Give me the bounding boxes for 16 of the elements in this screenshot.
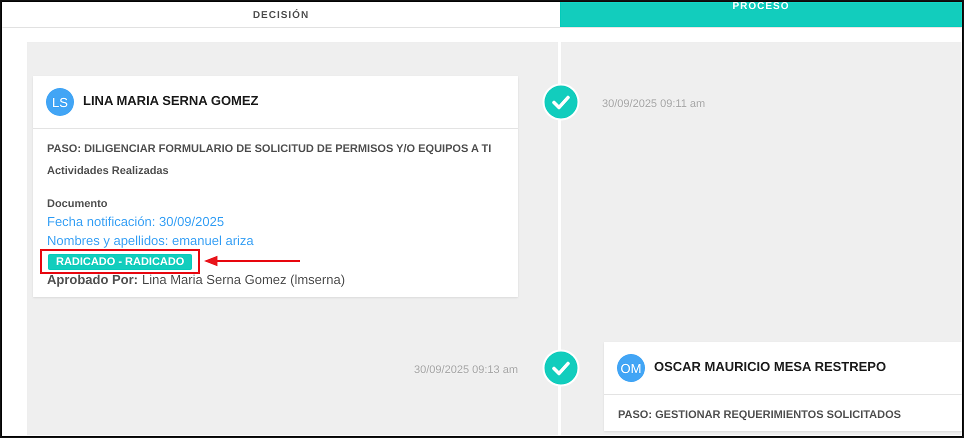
status-badge: RADICADO - RADICADO [48,254,192,270]
person-name: OSCAR MAURICIO MESA RESTREPO [654,358,886,374]
approver-name: Lina Maria Serna Gomez (lmserna) [142,272,346,287]
person-name: LINA MARIA SERNA GOMEZ [83,92,258,108]
timestamp: 30/09/2025 09:11 am [602,98,706,110]
approved-label: Aprobado Por: [47,272,138,287]
field-value: Nombres y apellidos: emanuel ariza [47,234,255,248]
field-value: Fecha notificación: 30/09/2025 [47,215,226,229]
step-title: PASO: DILIGENCIAR FORMULARIO DE SOLICITUD DE PERMISOS Y/O EQUIPOS A TI [47,143,492,155]
section-title: Documento [47,198,108,210]
avatar: LS [46,88,74,116]
avatar: OM [617,354,645,382]
timestamp: 30/09/2025 09:13 am [414,364,518,376]
arrow-icon [204,254,300,268]
step-title: PASO: GESTIONAR REQUERIMIENTOS SOLICITADOS [618,409,902,421]
section-title: Actividades Realizadas [47,165,170,177]
